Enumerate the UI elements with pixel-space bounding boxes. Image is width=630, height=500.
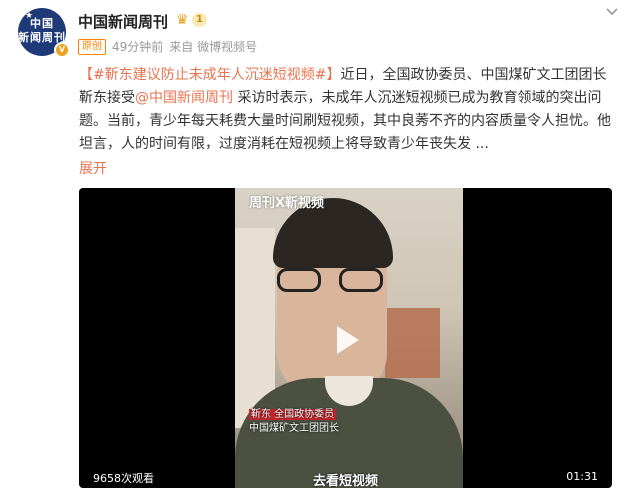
video-caption: 靳东 全国政协委员 中国煤矿文工团团长 — [249, 409, 339, 434]
verified-badge-icon: V — [54, 42, 70, 58]
chevron-down-icon[interactable] — [602, 4, 622, 24]
crown-icon[interactable]: ♛ — [176, 12, 189, 28]
avatar-logo-text: 中国 新闻周刊 — [18, 17, 66, 44]
post-meta: 原创 49分钟前 来自 微博视频号 — [78, 38, 257, 55]
original-tag: 原创 — [78, 38, 106, 55]
play-icon[interactable] — [327, 321, 365, 359]
video-subtitle: 去看短视频 — [312, 474, 378, 488]
expand-link[interactable]: 展开 — [79, 158, 107, 178]
account-name[interactable]: 中国新闻周刊 — [78, 11, 168, 32]
video-player[interactable]: 周刊X靳视频 靳东 全国政协委员 中国煤矿文工团团长 9658次观看 去看短视频… — [79, 188, 612, 488]
video-watermark: 周刊X靳视频 — [249, 196, 325, 211]
video-duration: 01:31 — [566, 470, 598, 483]
post-time[interactable]: 49分钟前 — [112, 38, 163, 55]
post-body: 【#靳东建议防止未成年人沉迷短视频#】近日，全国政协委员、中国煤矿文工团团长靳东… — [79, 64, 619, 156]
glasses — [275, 268, 395, 294]
mention-link[interactable]: @中国新闻周刊 — [135, 90, 233, 106]
level-badge[interactable]: 1 — [192, 13, 207, 27]
hashtag-link[interactable]: 【#靳东建议防止未成年人沉迷短视频#】 — [79, 67, 340, 83]
post-source[interactable]: 来自 微博视频号 — [169, 38, 257, 55]
